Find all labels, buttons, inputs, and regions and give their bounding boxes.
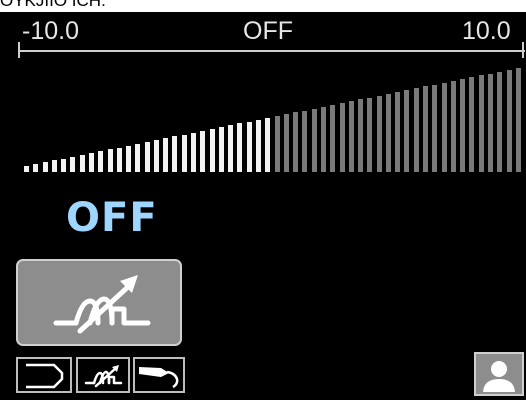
level-bar bbox=[320, 106, 326, 172]
welder-display: -10.0 OFF 10.0 OFF bbox=[0, 12, 526, 400]
level-bar bbox=[488, 73, 493, 172]
level-bar bbox=[265, 117, 271, 172]
process-button[interactable] bbox=[16, 259, 182, 346]
arc-tab[interactable] bbox=[16, 357, 72, 393]
level-bar bbox=[515, 68, 521, 172]
top-caption: OYKJIIO ICH. bbox=[0, 0, 106, 10]
level-bar bbox=[395, 92, 401, 172]
level-bar bbox=[191, 132, 197, 172]
process-ramp-icon bbox=[53, 275, 151, 334]
level-bar bbox=[441, 82, 447, 172]
level-bar bbox=[358, 99, 364, 172]
level-bar bbox=[42, 162, 48, 172]
level-bar bbox=[330, 104, 336, 172]
level-bar bbox=[404, 90, 410, 172]
level-bar bbox=[126, 145, 132, 172]
level-bar bbox=[163, 138, 169, 172]
level-bar bbox=[88, 153, 94, 172]
level-bar bbox=[376, 95, 382, 172]
level-bar bbox=[506, 69, 512, 172]
level-bar bbox=[293, 112, 299, 172]
level-bar bbox=[98, 151, 104, 172]
process-tab[interactable] bbox=[76, 357, 130, 393]
level-bar bbox=[274, 116, 280, 172]
torch-tab[interactable] bbox=[133, 357, 185, 393]
level-bar bbox=[246, 121, 252, 172]
bracket-icon bbox=[26, 363, 64, 389]
level-bar bbox=[24, 166, 29, 172]
level-bar bbox=[367, 97, 373, 172]
level-bar bbox=[51, 160, 57, 172]
level-bar bbox=[302, 110, 308, 172]
level-bar bbox=[172, 136, 178, 172]
level-bar bbox=[237, 123, 243, 172]
bar-graph bbox=[0, 12, 526, 182]
level-bar bbox=[339, 103, 345, 172]
level-bar bbox=[497, 71, 503, 172]
level-bar bbox=[283, 114, 289, 172]
welding-torch-icon bbox=[139, 367, 179, 389]
level-bar bbox=[209, 129, 215, 172]
level-bar bbox=[135, 143, 141, 172]
level-bar bbox=[144, 141, 150, 172]
level-bar bbox=[79, 154, 85, 172]
level-bar bbox=[413, 88, 419, 172]
level-bar bbox=[478, 75, 484, 172]
level-bar bbox=[460, 79, 466, 172]
level-bar bbox=[450, 80, 456, 172]
user-button[interactable] bbox=[474, 352, 524, 396]
level-bar bbox=[200, 130, 206, 172]
level-bar bbox=[153, 140, 159, 172]
level-bar bbox=[423, 86, 429, 172]
status-value: OFF bbox=[66, 195, 158, 241]
level-bar bbox=[61, 158, 67, 172]
level-bar bbox=[256, 119, 261, 172]
level-bar bbox=[432, 84, 438, 172]
level-bar bbox=[385, 93, 391, 172]
level-bar bbox=[181, 134, 187, 172]
level-bar bbox=[228, 125, 234, 172]
level-bar bbox=[311, 108, 317, 172]
top-caption-strip: OYKJIIO ICH. bbox=[0, 0, 526, 12]
level-bar bbox=[469, 77, 475, 172]
level-bar bbox=[116, 147, 122, 172]
level-bar bbox=[218, 127, 224, 172]
process-ramp-icon bbox=[84, 365, 123, 388]
user-icon bbox=[483, 361, 515, 392]
level-bar bbox=[348, 101, 354, 172]
level-bar bbox=[33, 164, 39, 172]
level-bar bbox=[70, 156, 76, 172]
level-bar bbox=[107, 149, 113, 172]
